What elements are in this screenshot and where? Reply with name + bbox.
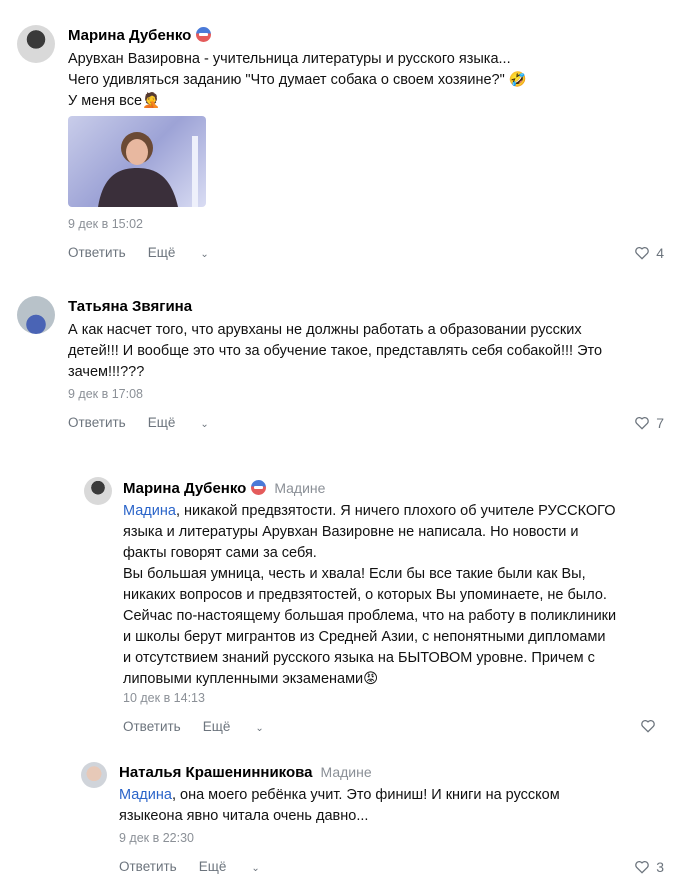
like-count: 4 bbox=[656, 245, 664, 261]
avatar[interactable] bbox=[81, 762, 107, 788]
reply-button[interactable]: Ответить bbox=[123, 719, 181, 734]
verified-badge-icon bbox=[251, 480, 267, 495]
reply-button[interactable]: Ответить bbox=[68, 245, 126, 260]
reply-to-label[interactable]: Мадине bbox=[321, 764, 372, 780]
author-name[interactable]: Марина Дубенко bbox=[68, 27, 212, 44]
more-button[interactable]: Ещё ⌄ bbox=[199, 859, 282, 874]
attached-photo[interactable] bbox=[68, 116, 206, 207]
comment-date: 9 дек в 15:02 bbox=[68, 217, 144, 231]
reply-button[interactable]: Ответить bbox=[68, 415, 126, 430]
like-button[interactable] bbox=[640, 719, 662, 733]
comment-text: А как насчет того, что арувханы не должн… bbox=[68, 322, 603, 380]
chevron-down-icon: ⌄ bbox=[200, 249, 209, 260]
comment-actions: Ответить Ещё ⌄ bbox=[68, 245, 253, 260]
comment-text: Арувхан Вазировна - учительница литерату… bbox=[68, 51, 527, 109]
reply-button[interactable]: Ответить bbox=[119, 859, 177, 874]
mention-link[interactable]: Мадина bbox=[119, 787, 172, 803]
more-button[interactable]: Ещё ⌄ bbox=[148, 245, 231, 260]
heart-icon bbox=[635, 246, 650, 260]
more-button[interactable]: Ещё ⌄ bbox=[148, 415, 231, 430]
mention-link[interactable]: Мадина bbox=[123, 503, 176, 519]
more-button[interactable]: Ещё ⌄ bbox=[203, 719, 286, 734]
avatar[interactable] bbox=[17, 25, 55, 63]
author-name[interactable]: Наталья Крашенинникова Мадине bbox=[119, 764, 372, 781]
like-button[interactable]: 4 bbox=[634, 245, 664, 261]
verified-badge-icon bbox=[196, 27, 212, 42]
comment-text: Мадина, никакой предвзятости. Я ничего п… bbox=[123, 503, 617, 687]
heart-icon bbox=[635, 416, 650, 430]
like-button[interactable]: 7 bbox=[634, 415, 664, 431]
comment-actions: Ответить Ещё ⌄ bbox=[68, 415, 253, 430]
chevron-down-icon: ⌄ bbox=[251, 863, 260, 874]
comment-date: 9 дек в 22:30 bbox=[119, 831, 195, 845]
avatar[interactable] bbox=[84, 477, 112, 505]
comment-date: 9 дек в 17:08 bbox=[68, 387, 144, 401]
chevron-down-icon: ⌄ bbox=[200, 419, 209, 430]
author-name[interactable]: Марина Дубенко Мадине bbox=[123, 480, 325, 497]
chevron-down-icon: ⌄ bbox=[255, 723, 264, 734]
like-count: 7 bbox=[656, 415, 664, 431]
like-count: 3 bbox=[656, 859, 664, 875]
avatar[interactable] bbox=[17, 296, 55, 334]
comment-date: 10 дек в 14:13 bbox=[123, 691, 205, 705]
like-button[interactable]: 3 bbox=[634, 859, 664, 875]
heart-icon bbox=[641, 719, 655, 733]
reply-to-label[interactable]: Мадине bbox=[274, 480, 325, 496]
heart-icon bbox=[635, 860, 650, 874]
author-name[interactable]: Татьяна Звягина bbox=[68, 298, 192, 315]
comment-text: Мадина, она моего ребёнка учит. Это фини… bbox=[119, 787, 560, 824]
comment-actions: Ответить Ещё ⌄ bbox=[123, 719, 308, 734]
comment-actions: Ответить Ещё ⌄ bbox=[119, 859, 304, 874]
